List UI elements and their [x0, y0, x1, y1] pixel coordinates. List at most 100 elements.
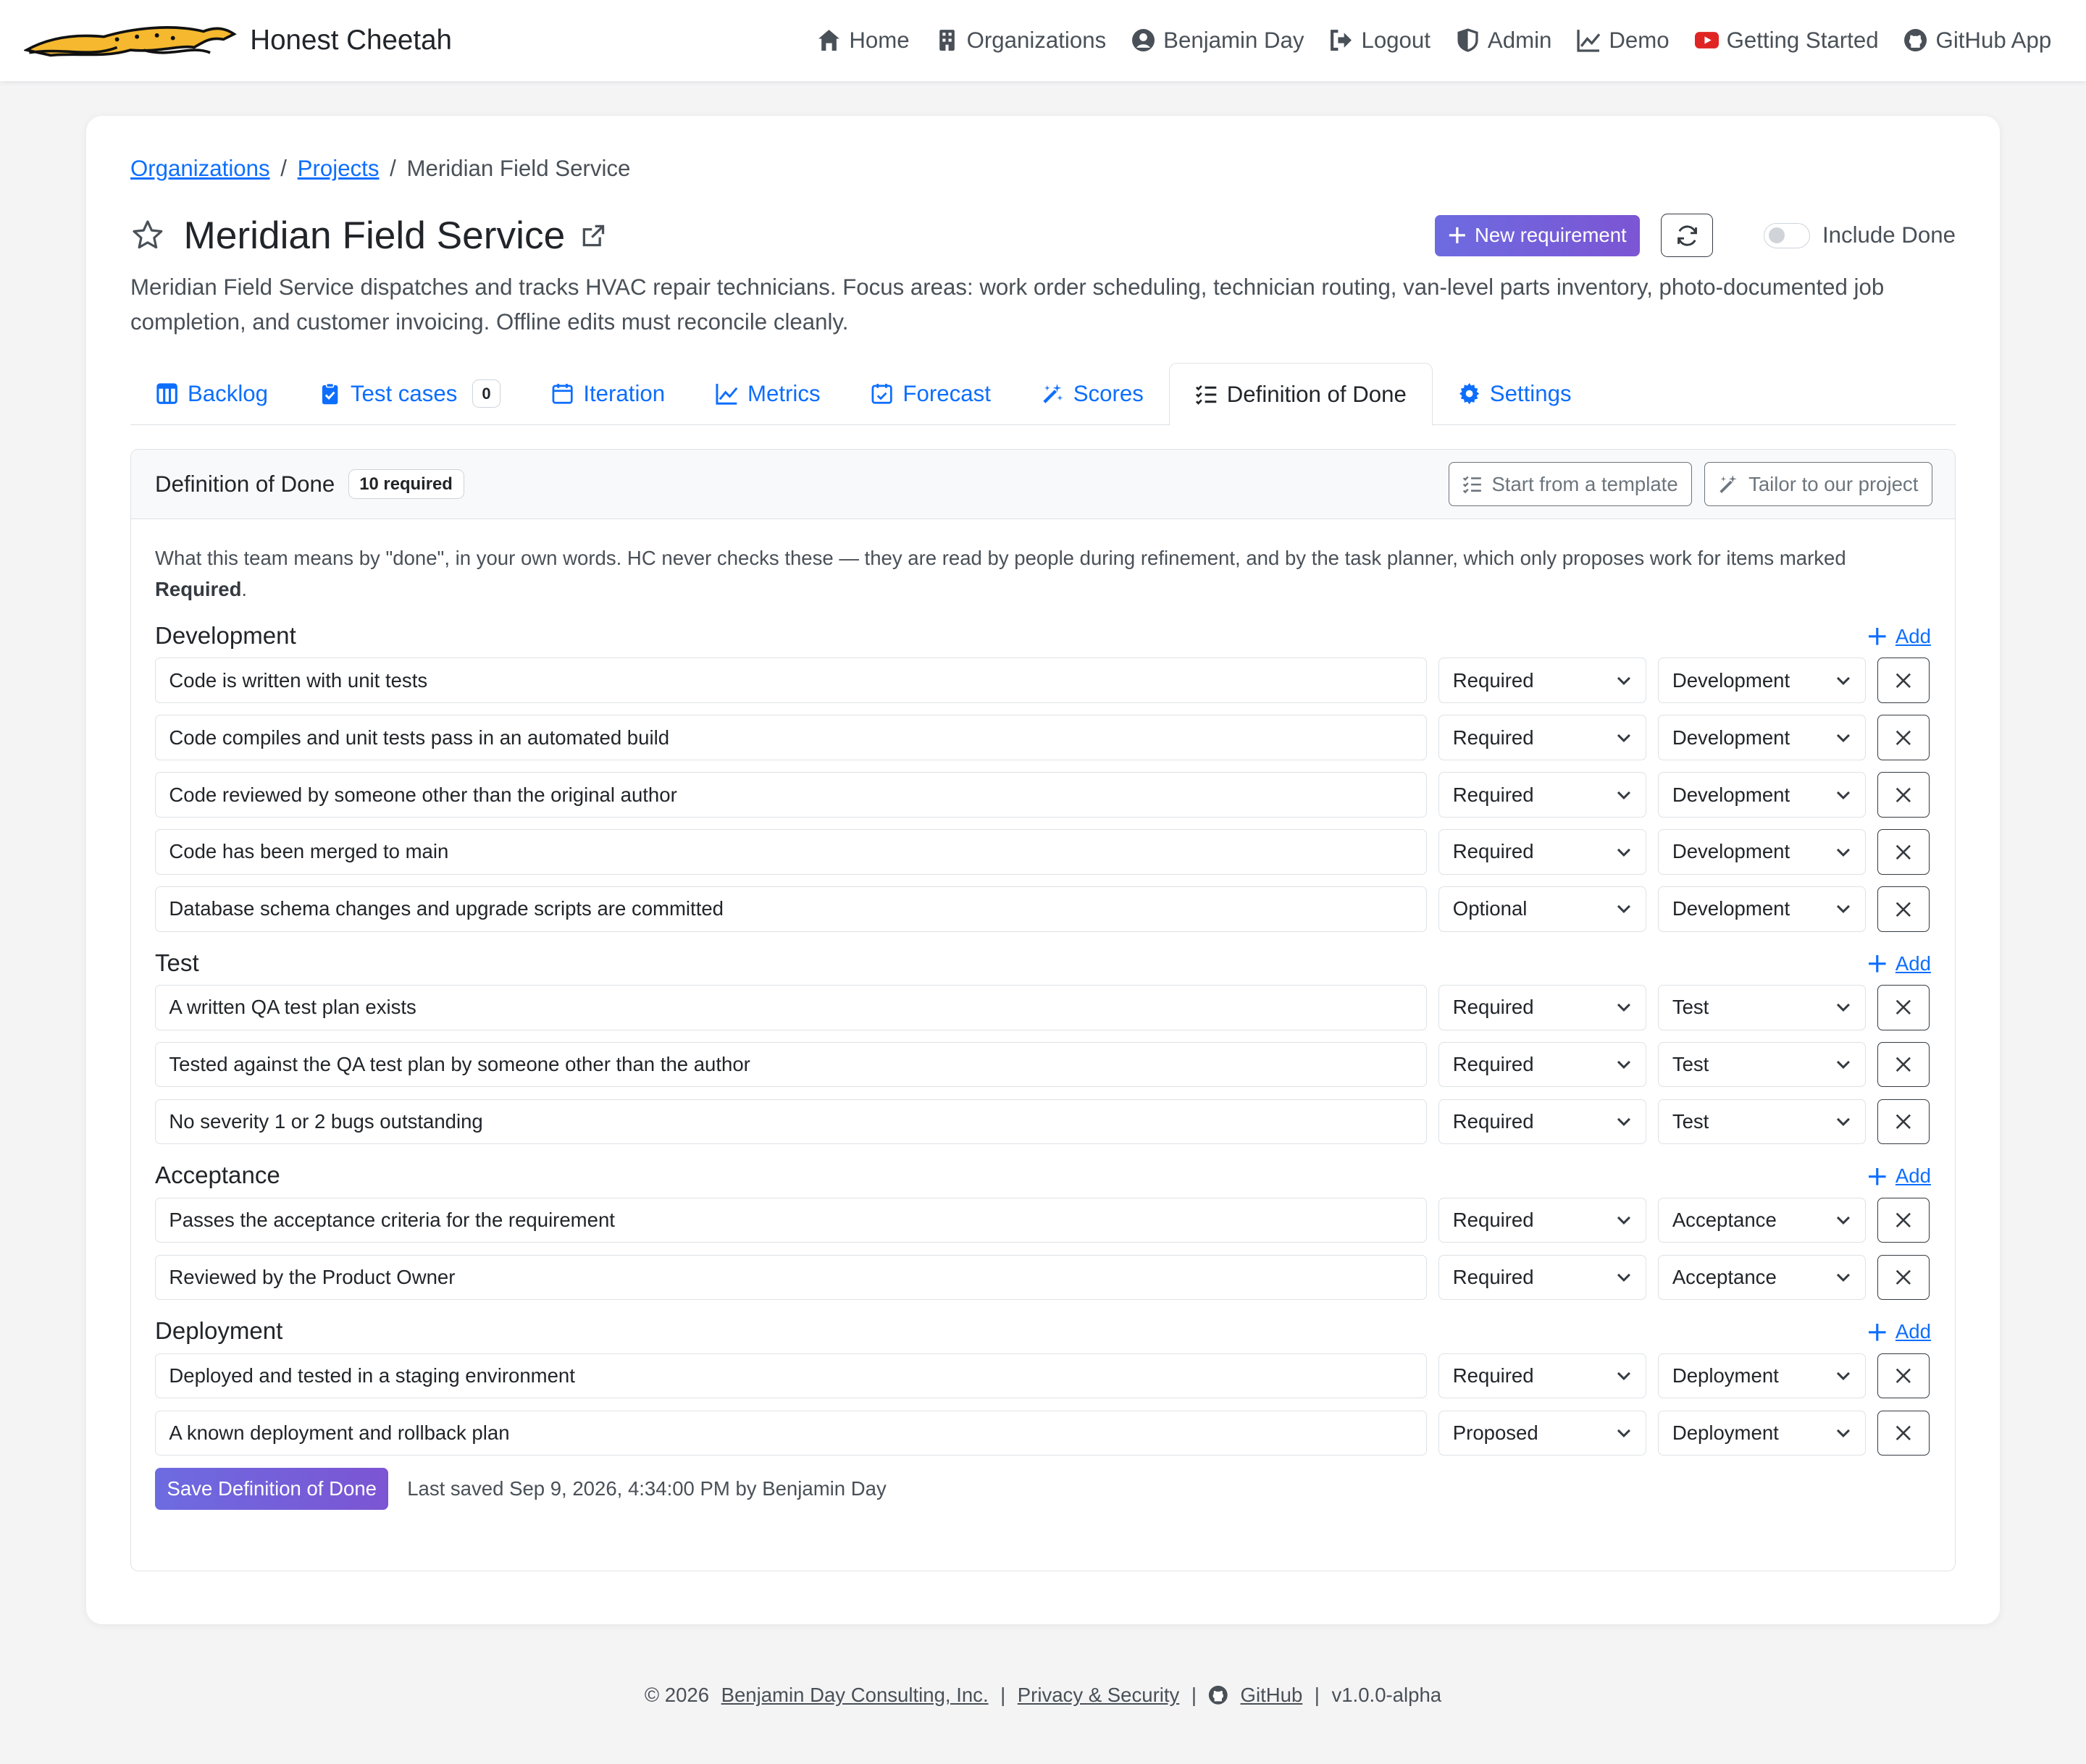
top-navbar: Honest Cheetah Home Organizations Benjam… [0, 0, 2086, 82]
dod-item-category-select[interactable]: Acceptance [1658, 1254, 1866, 1301]
nav-home[interactable]: Home [817, 28, 910, 54]
breadcrumb-projects[interactable]: Projects [298, 156, 380, 182]
nav-organizations-label: Organizations [966, 28, 1107, 54]
remove-item-button[interactable] [1877, 715, 1930, 760]
tab-definition-of-done[interactable]: Definition of Done [1168, 363, 1433, 426]
remove-item-button[interactable] [1877, 658, 1930, 703]
dod-item-category-select[interactable]: Development [1658, 829, 1866, 875]
remove-item-button[interactable] [1877, 985, 1930, 1030]
remove-item-button[interactable] [1877, 772, 1930, 818]
nav-logout[interactable]: Logout [1329, 28, 1431, 54]
chart-line-icon [1577, 30, 1601, 53]
new-requirement-button[interactable]: New requirement [1434, 214, 1641, 256]
dod-item-category-select[interactable]: Development [1658, 772, 1866, 818]
dod-item-category-select[interactable]: Deployment [1658, 1353, 1866, 1399]
dod-item-text-input[interactable]: No severity 1 or 2 bugs outstanding [155, 1099, 1427, 1145]
footer-privacy-link[interactable]: Privacy & Security [1018, 1684, 1180, 1707]
dod-item-category-select[interactable]: Test [1658, 1042, 1866, 1088]
close-icon [1896, 1114, 1911, 1130]
tab-iteration[interactable]: Iteration [526, 363, 690, 424]
tab-test-cases[interactable]: Test cases 0 [293, 363, 526, 424]
close-icon [1896, 1368, 1911, 1384]
start-template-button[interactable]: Start from a template [1448, 462, 1692, 506]
include-done-toggle[interactable]: Include Done [1764, 222, 1956, 248]
chevron-down-icon [1836, 791, 1850, 799]
remove-item-button[interactable] [1877, 1099, 1930, 1145]
dod-item-status-select[interactable]: Required [1438, 715, 1646, 760]
dod-item-status-select[interactable]: Required [1438, 985, 1646, 1030]
dod-item-text-input[interactable]: Code reviewed by someone other than the … [155, 772, 1427, 818]
tab-scores[interactable]: Scores [1016, 363, 1169, 424]
dod-item-text-input[interactable]: Database schema changes and upgrade scri… [155, 886, 1427, 932]
add-item-button[interactable]: Add [1867, 1164, 1931, 1188]
dod-item-status-select[interactable]: Required [1438, 1197, 1646, 1243]
footer-company-link[interactable]: Benjamin Day Consulting, Inc. [721, 1684, 989, 1707]
dod-item-status-select[interactable]: Required [1438, 1353, 1646, 1399]
dod-item-status-select[interactable]: Required [1438, 829, 1646, 875]
nav-user[interactable]: Benjamin Day [1131, 28, 1304, 54]
close-icon [1896, 1269, 1911, 1285]
chevron-down-icon [1617, 1118, 1630, 1127]
footer-github-link[interactable]: GitHub [1241, 1684, 1303, 1707]
dod-item-category-select[interactable]: Test [1658, 1099, 1866, 1145]
dod-item-category-select[interactable]: Test [1658, 985, 1866, 1030]
nav-demo[interactable]: Demo [1577, 28, 1670, 54]
footer-version: v1.0.0-alpha [1331, 1684, 1442, 1707]
include-done-switch[interactable] [1764, 222, 1811, 248]
dod-groups: Development Add Code is written with unit … [155, 618, 1931, 1456]
dod-item-text-input[interactable]: Code compiles and unit tests pass in an … [155, 715, 1427, 760]
nav-admin[interactable]: Admin [1456, 28, 1551, 54]
remove-item-button[interactable] [1877, 1353, 1930, 1399]
dod-item-row: Deployed and tested in a staging environ… [155, 1353, 1931, 1399]
plus-icon [1869, 1167, 1886, 1185]
dod-item-text-input[interactable]: Reviewed by the Product Owner [155, 1254, 1427, 1301]
star-icon[interactable] [130, 218, 165, 253]
dod-item-text-input[interactable]: Passes the acceptance criteria for the r… [155, 1197, 1427, 1243]
close-icon [1896, 902, 1911, 917]
dod-group: Development Add Code is written with unit … [155, 618, 1931, 932]
nav-getting-started[interactable]: Getting Started [1694, 28, 1879, 54]
add-item-button[interactable]: Add [1867, 625, 1931, 648]
dod-item-text-input[interactable]: Code has been merged to main [155, 829, 1427, 875]
remove-item-button[interactable] [1877, 829, 1930, 875]
refresh-button[interactable] [1661, 213, 1714, 258]
remove-item-button[interactable] [1877, 886, 1930, 932]
dod-item-row: Code has been merged to main Required Deve… [155, 829, 1931, 875]
add-item-button[interactable]: Add [1867, 1320, 1931, 1343]
remove-item-button[interactable] [1877, 1197, 1930, 1243]
tailor-project-button[interactable]: Tailor to our project [1704, 462, 1932, 506]
nav-organizations[interactable]: Organizations [935, 28, 1107, 54]
dod-item-text-input[interactable]: A written QA test plan exists [155, 985, 1427, 1030]
dod-item-status-select[interactable]: Required [1438, 658, 1646, 703]
external-link-icon[interactable] [581, 223, 606, 248]
tab-forecast[interactable]: Forecast [845, 363, 1015, 424]
tab-metrics[interactable]: Metrics [690, 363, 845, 424]
dod-item-text-input[interactable]: Code is written with unit tests [155, 658, 1427, 703]
dod-item-category-select[interactable]: Development [1658, 658, 1866, 703]
dod-item-category-select[interactable]: Acceptance [1658, 1197, 1866, 1243]
dod-item-row: No severity 1 or 2 bugs outstanding Requi… [155, 1099, 1931, 1145]
tab-settings[interactable]: Settings [1433, 363, 1597, 424]
breadcrumb-organizations[interactable]: Organizations [130, 156, 270, 182]
nav-github-app[interactable]: GitHub App [1903, 28, 2051, 54]
dod-item-category-select[interactable]: Development [1658, 715, 1866, 760]
dod-item-status-select[interactable]: Optional [1438, 886, 1646, 932]
dod-item-status-select[interactable]: Required [1438, 1099, 1646, 1145]
dod-item-status-select[interactable]: Required [1438, 1254, 1646, 1301]
remove-item-button[interactable] [1877, 1042, 1930, 1088]
dod-item-row: Reviewed by the Product Owner Required Acc… [155, 1254, 1931, 1301]
dod-item-text-input[interactable]: Tested against the QA test plan by someo… [155, 1042, 1427, 1088]
dod-item-category-select[interactable]: Deployment [1658, 1410, 1866, 1456]
dod-item-status-select[interactable]: Required [1438, 1042, 1646, 1088]
dod-item-status-select[interactable]: Proposed [1438, 1410, 1646, 1456]
dod-item-text-input[interactable]: Deployed and tested in a staging environ… [155, 1353, 1427, 1399]
remove-item-button[interactable] [1877, 1254, 1930, 1301]
remove-item-button[interactable] [1877, 1410, 1930, 1456]
brand[interactable]: Honest Cheetah [24, 18, 452, 63]
dod-item-text-input[interactable]: A known deployment and rollback plan [155, 1410, 1427, 1456]
add-item-button[interactable]: Add [1867, 952, 1931, 975]
dod-item-category-select[interactable]: Development [1658, 886, 1866, 932]
tab-backlog[interactable]: Backlog [130, 363, 293, 424]
save-dod-button[interactable]: Save Definition of Done [155, 1467, 389, 1511]
dod-item-status-select[interactable]: Required [1438, 772, 1646, 818]
